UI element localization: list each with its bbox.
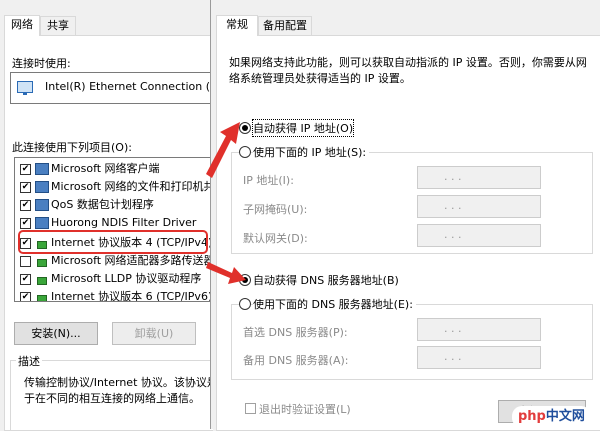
list-item[interactable]: ✔ Microsoft 网络客户端 bbox=[15, 160, 213, 178]
tab-network[interactable]: 网络 bbox=[4, 15, 40, 36]
arrow-to-auto-ip bbox=[206, 122, 240, 178]
checkbox[interactable] bbox=[20, 256, 31, 267]
logo-text: 中文网 bbox=[545, 409, 585, 424]
list-item[interactable]: Microsoft 网络适配器多路传送器协 bbox=[15, 252, 213, 270]
subnet-mask-label: 子网掩码(U): bbox=[243, 203, 308, 216]
list-item-label: QoS 数据包计划程序 bbox=[51, 198, 154, 211]
auto-dns-label[interactable]: 自动获得 DNS 服务器地址(B) bbox=[253, 272, 399, 288]
list-item[interactable]: ✔ QoS 数据包计划程序 bbox=[15, 196, 213, 214]
network-client-icon bbox=[35, 163, 49, 175]
adapter-box: Intel(R) Ethernet Connection (2) I bbox=[10, 72, 228, 104]
list-item[interactable]: ✔ Microsoft LLDP 协议驱动程序 bbox=[15, 270, 213, 288]
ipv4-highlight-box bbox=[18, 230, 208, 254]
checkbox[interactable]: ✔ bbox=[20, 292, 31, 301]
validate-checkbox[interactable] bbox=[245, 403, 256, 414]
protocol-icon bbox=[37, 295, 47, 301]
validate-label: 退出时验证设置(L) bbox=[259, 403, 351, 416]
auto-ip-label[interactable]: 自动获得 IP 地址(O) bbox=[251, 119, 355, 137]
php-cn-watermark-logo: php中文网 bbox=[512, 406, 591, 428]
subnet-mask-field[interactable]: . . . bbox=[417, 195, 541, 218]
ip-placeholder: . . . bbox=[444, 228, 462, 241]
adapter-name: Intel(R) Ethernet Connection (2) I bbox=[45, 80, 229, 93]
items-label: 此连接使用下列项目(O): bbox=[12, 141, 132, 154]
install-button[interactable]: 安装(N)... bbox=[14, 322, 98, 345]
description-label: 描述 bbox=[16, 353, 42, 369]
arrow-shape bbox=[206, 122, 240, 178]
intro-text: 络系统管理员处获得适当的 IP 设置。 bbox=[229, 72, 411, 85]
tab-sharing[interactable]: 共享 bbox=[40, 16, 76, 35]
manual-ip-label[interactable]: 使用下面的 IP 地址(S): bbox=[253, 144, 370, 160]
manual-dns-radio[interactable] bbox=[239, 298, 251, 310]
gateway-label: 默认网关(D): bbox=[243, 232, 308, 245]
network-adapter-icon bbox=[17, 81, 33, 95]
list-item-label: Microsoft 网络适配器多路传送器协 bbox=[51, 254, 213, 267]
description-text: 传输控制协议/Internet 协议。该协议是 bbox=[24, 376, 218, 389]
filter-driver-icon bbox=[35, 217, 49, 229]
logo-php: php bbox=[518, 409, 546, 424]
checkbox[interactable]: ✔ bbox=[20, 274, 31, 285]
preferred-dns-label: 首选 DNS 服务器(P): bbox=[243, 326, 348, 339]
list-item-label: Internet 协议版本 6 (TCP/IPv6) bbox=[51, 290, 213, 302]
list-item-label: Microsoft 网络客户端 bbox=[51, 162, 160, 175]
file-share-icon bbox=[35, 181, 49, 193]
ip-address-label: IP 地址(I): bbox=[243, 174, 294, 187]
qos-icon bbox=[35, 199, 49, 211]
list-item-label: Microsoft 网络的文件和打印机共享 bbox=[51, 180, 213, 193]
tab-general[interactable]: 常规 bbox=[216, 15, 258, 36]
uninstall-button[interactable]: 卸载(U) bbox=[112, 322, 196, 345]
list-item[interactable]: ✔ Internet 协议版本 6 (TCP/IPv6) bbox=[15, 288, 213, 302]
arrow-shape bbox=[206, 262, 246, 284]
alternate-dns-label: 备用 DNS 服务器(A): bbox=[243, 354, 349, 367]
ip-address-field[interactable]: . . . bbox=[417, 166, 541, 189]
connect-using-label: 连接时使用: bbox=[12, 57, 71, 70]
gateway-field[interactable]: . . . bbox=[417, 224, 541, 247]
checkbox[interactable]: ✔ bbox=[20, 200, 31, 211]
ip-placeholder: . . . bbox=[444, 350, 462, 363]
list-item[interactable]: ✔ Microsoft 网络的文件和打印机共享 bbox=[15, 178, 213, 196]
checkbox[interactable]: ✔ bbox=[20, 164, 31, 175]
ip-placeholder: . . . bbox=[444, 170, 462, 183]
protocol-icon bbox=[37, 277, 47, 285]
tab-alternate-config[interactable]: 备用配置 bbox=[258, 16, 312, 35]
manual-dns-label[interactable]: 使用下面的 DNS 服务器地址(E): bbox=[253, 296, 416, 312]
alternate-dns-field[interactable]: . . . bbox=[417, 346, 541, 369]
description-text: 于在不同的相互连接的网络上通信。 bbox=[24, 392, 200, 405]
protocol-icon bbox=[37, 259, 47, 267]
ipv4-properties-dialog: 常规 备用配置 如果网络支持此功能，则可以获取自动指派的 IP 设置。否则，你需… bbox=[210, 0, 600, 431]
ip-placeholder: . . . bbox=[444, 199, 462, 212]
ip-placeholder: . . . bbox=[444, 322, 462, 335]
intro-text: 如果网络支持此功能，则可以获取自动指派的 IP 设置。否则，你需要从网 bbox=[229, 56, 587, 69]
checkbox[interactable]: ✔ bbox=[20, 218, 31, 229]
preferred-dns-field[interactable]: . . . bbox=[417, 318, 541, 341]
ethernet-properties-dialog: 网络 共享 连接时使用: Intel(R) Ethernet Connectio… bbox=[0, 0, 228, 431]
list-item-label: Microsoft LLDP 协议驱动程序 bbox=[51, 272, 202, 285]
arrow-to-auto-dns bbox=[206, 262, 246, 284]
checkbox[interactable]: ✔ bbox=[20, 182, 31, 193]
